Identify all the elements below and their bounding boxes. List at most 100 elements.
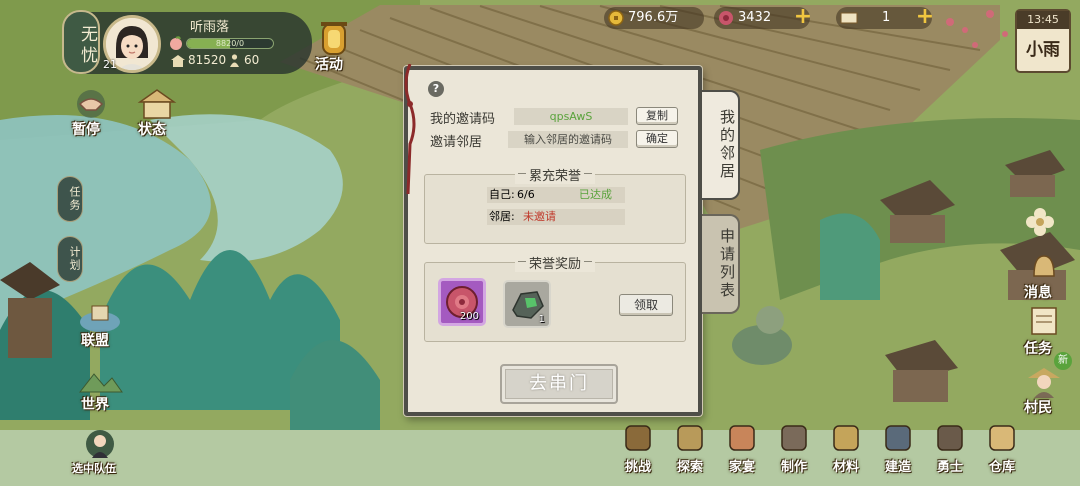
reward-title: 荣誉奖励	[514, 253, 596, 272]
bottom-menu-label: 制作	[780, 460, 808, 475]
help-icon[interactable]: ?	[428, 81, 444, 97]
self-status: 已达成	[579, 188, 612, 201]
reward-slot-rose-token[interactable]: 200	[438, 278, 486, 326]
hand-pause-icon	[77, 90, 105, 118]
gems-display: 3432 +	[714, 6, 812, 29]
scroll-task-icon	[1031, 307, 1057, 335]
alliance-button[interactable]: 联盟	[74, 300, 126, 350]
neighbor-progress-row: 邻居: 未邀请	[487, 209, 625, 225]
self-progress-row: 自己: 6/6 已达成	[487, 187, 625, 203]
confirm-button[interactable]: 确定	[636, 130, 678, 148]
game-time: 13:45	[1017, 11, 1069, 29]
team-label: 选中队伍	[72, 462, 116, 475]
team-portrait-icon	[86, 430, 114, 458]
feast-icon	[729, 425, 755, 451]
challenge-icon	[625, 425, 651, 451]
villagers-button[interactable]: 村民	[1018, 364, 1070, 416]
add-gems-button[interactable]: +	[792, 6, 814, 29]
bottom-menu-label: 建造	[884, 460, 912, 475]
bottom-menu-label: 探索	[676, 460, 704, 475]
messages-label: 消息	[1024, 285, 1052, 301]
status-button[interactable]: 状态	[132, 86, 182, 138]
peach-icon	[170, 36, 182, 50]
tab-my-neighbors[interactable]: 我的邻居	[702, 90, 740, 200]
add-tickets-button[interactable]: +	[914, 6, 936, 29]
plan-tag[interactable]: 计划	[57, 236, 83, 282]
activity-button[interactable]: 活动	[309, 20, 359, 74]
invite-neighbor-label: 邀请邻居	[430, 135, 483, 150]
claim-button[interactable]: 领取	[619, 294, 673, 316]
copy-button[interactable]: 复制	[636, 107, 678, 125]
bottom-menu-label: 仓库	[988, 460, 1016, 475]
bottom-menu-build[interactable]: 建造	[872, 418, 924, 478]
bottom-menu-warrior[interactable]: 勇士	[924, 418, 976, 478]
mood-badge[interactable]: 无忧	[62, 10, 100, 74]
building-power-icon	[171, 55, 185, 67]
tickets-value: 1	[882, 10, 891, 25]
tab-application-list[interactable]: 申请列表	[702, 214, 740, 314]
bottom-menu-feast[interactable]: 家宴	[716, 418, 768, 478]
bottom-menu-label: 勇士	[936, 460, 964, 475]
world-label: 世界	[81, 397, 109, 413]
bottom-menu-label: 材料	[832, 460, 860, 475]
neighbor-status: 未邀请	[523, 210, 556, 223]
explore-icon	[677, 425, 703, 451]
exp-text: 8820/0	[215, 39, 245, 48]
house-status-icon	[137, 89, 177, 119]
bottom-menu-label: 挑战	[624, 460, 652, 475]
bottom-menu-explore[interactable]: 探索	[664, 418, 716, 478]
coin-icon	[608, 10, 624, 26]
warrior-icon	[937, 425, 963, 451]
visit-neighbor-button[interactable]: 去串门	[500, 364, 618, 404]
player-level: 21	[103, 58, 117, 71]
rose-gem-icon	[719, 11, 733, 25]
pause-label: 暂停	[72, 122, 100, 138]
craft-icon	[781, 425, 807, 451]
bottom-menu-warehouse[interactable]: 仓库	[976, 418, 1028, 478]
reward-count: 1	[538, 314, 545, 325]
weather-condition: 小雨	[1026, 40, 1060, 60]
population-value: 60	[244, 53, 260, 67]
messages-button[interactable]: 消息	[1018, 250, 1070, 301]
honor-title: 累充荣誉	[514, 165, 596, 184]
pause-button[interactable]: 暂停	[66, 86, 116, 138]
status-label: 状态	[138, 122, 166, 138]
honor-section: 累充荣誉 自己: 6/6 已达成 邻居: 未邀请	[424, 165, 686, 244]
activity-label: 活动	[315, 57, 343, 73]
flower-menu-button[interactable]	[1022, 204, 1058, 240]
flower-icon	[1026, 208, 1054, 236]
reward-slot-jade-stone[interactable]: 1	[503, 280, 551, 328]
gems-value: 3432	[738, 10, 772, 25]
villager-icon	[1028, 368, 1060, 398]
self-value: 6/6	[517, 188, 535, 201]
reward-count: 200	[459, 311, 479, 322]
bottom-menu-craft[interactable]: 制作	[768, 418, 820, 478]
bottom-menu-label: 家宴	[728, 460, 756, 475]
invite-code-value: qpsAwS	[514, 108, 628, 125]
tasks-label: 任务	[1024, 341, 1052, 357]
tickets-display: 1 +	[836, 6, 934, 29]
bottom-menu-materials[interactable]: 材料	[820, 418, 872, 478]
tasks-button[interactable]: 任务 新	[1018, 304, 1072, 370]
alliance-label: 联盟	[81, 333, 109, 349]
build-icon	[885, 425, 911, 451]
bell-message-icon	[1033, 255, 1055, 277]
tasks-tag[interactable]: 任务	[57, 176, 83, 222]
weather-clock[interactable]: 13:45 小雨	[1015, 9, 1071, 73]
neighbor-code-input[interactable]: 输入邻居的邀请码	[508, 131, 628, 148]
ribbon-tassel-icon	[404, 64, 416, 194]
neighbor-label: 邻居:	[489, 210, 515, 223]
villagers-label: 村民	[1024, 400, 1052, 416]
population-icon	[230, 54, 239, 67]
ticket-icon	[840, 12, 858, 24]
materials-icon	[833, 425, 859, 451]
warehouse-icon	[989, 425, 1015, 451]
alliance-icon	[80, 305, 120, 332]
invite-code-label: 我的邀请码	[430, 112, 496, 127]
coins-display: 796.6万	[604, 7, 704, 29]
bottom-menu-challenge[interactable]: 挑战	[612, 418, 664, 478]
player-name: 听雨落	[190, 20, 230, 35]
selected-team-button[interactable]: 选中队伍	[70, 428, 130, 478]
world-button[interactable]: 世界	[74, 366, 126, 416]
coins-value: 796.6万	[628, 10, 679, 25]
